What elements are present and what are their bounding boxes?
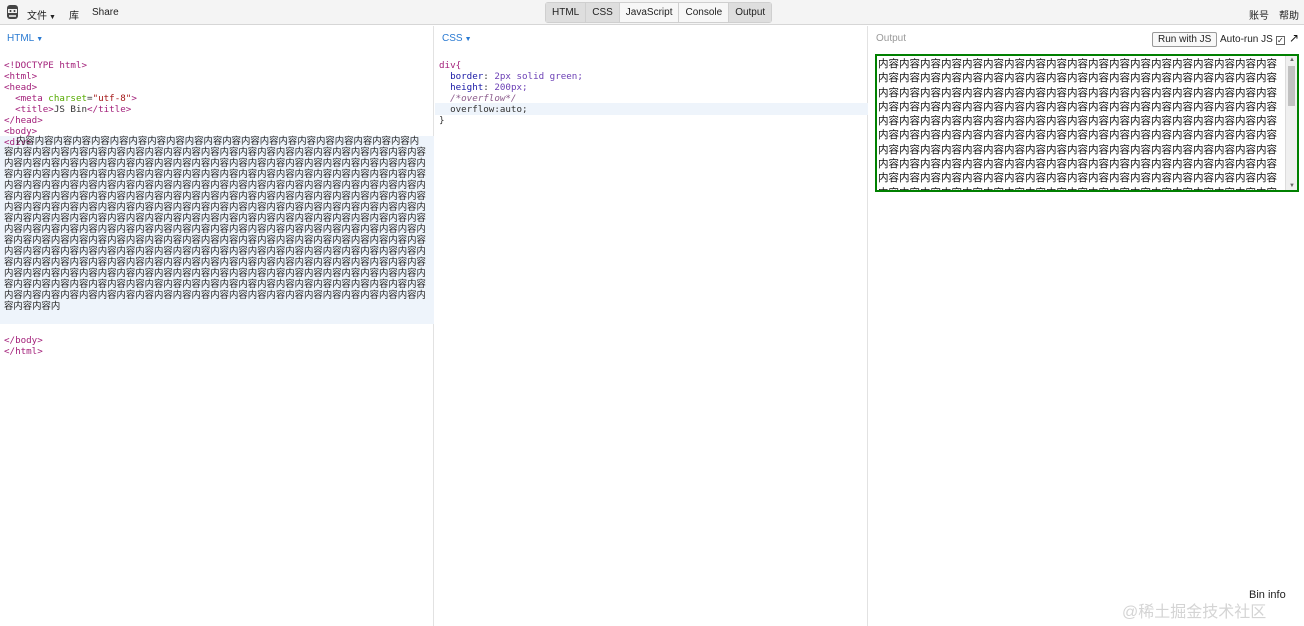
bin-info-link[interactable]: Bin info [1249,589,1286,601]
html-panel-label-text: HTML [7,33,35,44]
popout-icon[interactable]: ↗ [1289,31,1299,45]
scroll-down-icon[interactable]: ▼ [1289,183,1295,189]
code-line: <html> [4,71,38,82]
code-line: <head> [4,82,38,93]
rendered-div-scrollbar[interactable]: ▲ ▼ [1285,56,1297,190]
rendered-div-box[interactable]: 内容内容内容内容内容内容内容内容内容内容内容内容内容内容内容内容内容内容内容内容… [875,54,1299,192]
rendered-div-text: 内容内容内容内容内容内容内容内容内容内容内容内容内容内容内容内容内容内容内容内容… [878,58,1277,190]
html-code-editor[interactable]: <!DOCTYPE html> <html> <head> <meta char… [4,49,137,148]
html-panel-label[interactable]: HTML ▼ [7,33,43,44]
html-panel: HTML ▼ <!DOCTYPE html> <html> <head> <met… [0,26,434,626]
scroll-up-icon[interactable]: ▲ [1289,57,1295,63]
scroll-thumb[interactable] [1288,66,1295,106]
autorun-label: Auto-run JS [1220,34,1273,45]
html-div-content: 内容内容内容内容内容内容内容内容内容内容内容内容内容内容内容内容内容内容内容内容… [4,136,428,312]
div-text: 内容内容内容内容内容内容内容内容内容内容内容内容内容内容内容内容内容内容内容内容… [4,136,426,312]
jsbin-logo-icon[interactable] [6,4,19,20]
css-panel-label-text: CSS [442,33,463,44]
watermark: @稀土掘金技术社区 [1122,604,1267,621]
code-line: </body> [4,335,43,346]
css-close: } [439,115,445,126]
css-value: 2px solid green; [494,71,583,82]
tab-javascript[interactable]: JavaScript [619,3,680,22]
output-panel: Output Run with JS Auto-run JS ✓ ↗ 内容内容内容… [869,26,1304,626]
chevron-down-icon: ▼ [49,14,56,21]
account-menu[interactable]: 账号 [1249,7,1269,22]
css-value: 200px; [494,82,528,93]
code-line: <title>JS Bin</title> [15,104,132,115]
css-selector: div{ [439,60,462,71]
tab-console[interactable]: Console [679,3,730,22]
chevron-down-icon: ▼ [464,36,472,43]
tab-output[interactable]: Output [729,3,772,22]
css-prop: border [450,71,484,82]
css-prop: height [450,82,484,93]
output-panel-label: Output [876,33,907,44]
tab-html[interactable]: HTML [546,3,587,22]
code-line: <meta charset="utf-8"> [15,93,137,104]
run-with-js-button[interactable]: Run with JS [1152,32,1218,47]
css-code-editor[interactable]: div{ border: 2px solid green; height: 20… [439,49,583,126]
chevron-down-icon: ▼ [36,36,44,43]
html-code-tail: </body> </html> [4,324,43,357]
help-menu[interactable]: 帮助 [1279,7,1299,22]
share-menu[interactable]: Share [92,7,119,18]
css-comment: /*overflow*/ [450,93,517,104]
file-menu[interactable]: 文件 ▼ [27,7,56,22]
css-panel: CSS ▼ div{ border: 2px solid green; heigh… [435,26,868,626]
tab-css[interactable]: CSS [586,3,620,22]
top-bar: 文件 ▼ 库 Share HTML CSS JavaScript Console … [0,0,1304,25]
library-menu[interactable]: 库 [69,7,79,22]
file-menu-label: 文件 [27,11,47,22]
code-line: </head> [4,115,43,126]
code-line: </html> [4,346,43,357]
panel-toggle-tabs: HTML CSS JavaScript Console Output [545,2,773,23]
code-line: <!DOCTYPE html> [4,60,87,71]
autorun-checkbox[interactable]: ✓ [1275,36,1285,45]
autorun-js-toggle[interactable]: Auto-run JS ✓ [1220,34,1285,45]
css-panel-label[interactable]: CSS ▼ [442,33,472,44]
css-overflow-line: overflow:auto; [450,104,528,115]
